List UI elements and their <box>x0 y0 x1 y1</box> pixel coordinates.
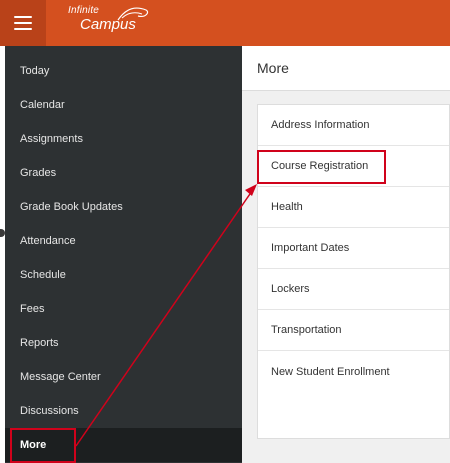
sidebar-item-schedule[interactable]: Schedule <box>5 258 242 292</box>
list-item-health[interactable]: Health <box>258 187 449 228</box>
sidebar-item-assignments[interactable]: Assignments <box>5 122 242 156</box>
list-item-label: Transportation <box>271 324 342 336</box>
list-item-address-information[interactable]: Address Information <box>258 105 449 146</box>
list-item-important-dates[interactable]: Important Dates <box>258 228 449 269</box>
main-content: More Address Information Course Registra… <box>242 46 450 463</box>
sidebar-item-label: Today <box>20 65 50 77</box>
sidebar-item-message-center[interactable]: Message Center <box>5 360 242 394</box>
sidebar-item-label: Grades <box>20 167 57 179</box>
hamburger-icon <box>14 16 32 30</box>
list-item-label: New Student Enrollment <box>271 365 390 378</box>
list-item-transportation[interactable]: Transportation <box>258 310 449 351</box>
list-item-label: Address Information <box>271 119 370 131</box>
sidebar-item-fees[interactable]: Fees <box>5 292 242 326</box>
top-bar: Infinite Campus <box>0 0 450 46</box>
sidebar-item-label: Calendar <box>20 99 65 111</box>
sidebar-item-label: Reports <box>20 337 59 349</box>
sidebar-item-calendar[interactable]: Calendar <box>5 88 242 122</box>
list-item-label: Important Dates <box>271 242 350 254</box>
sidebar: Today Calendar Assignments Grades Grade … <box>5 46 242 463</box>
list-item-lockers[interactable]: Lockers <box>258 269 449 310</box>
list-item-course-registration[interactable]: Course Registration <box>258 146 449 187</box>
sidebar-item-today[interactable]: Today <box>5 54 242 88</box>
sidebar-item-label: Schedule <box>20 269 66 281</box>
sidebar-item-grade-book-updates[interactable]: Grade Book Updates <box>5 190 242 224</box>
list-item-label: Course Registration <box>271 160 369 172</box>
sidebar-item-reports[interactable]: Reports <box>5 326 242 360</box>
list-item-label: Lockers <box>271 283 310 295</box>
more-options-list: Address Information Course Registration … <box>257 104 450 439</box>
list-item-label: Health <box>271 201 303 213</box>
sidebar-item-grades[interactable]: Grades <box>5 156 242 190</box>
sidebar-item-label: Fees <box>20 303 45 315</box>
sidebar-item-discussions[interactable]: Discussions <box>5 394 242 428</box>
sidebar-item-attendance[interactable]: Attendance <box>5 224 242 258</box>
sidebar-item-label: Message Center <box>20 371 101 383</box>
menu-button[interactable] <box>0 0 46 46</box>
infinite-campus-logo: Infinite Campus <box>68 6 149 32</box>
sidebar-item-label: Attendance <box>20 235 76 247</box>
sidebar-item-label: More <box>20 439 47 451</box>
sidebar-item-label: Discussions <box>20 405 79 417</box>
sidebar-item-label: Grade Book Updates <box>20 201 123 213</box>
page-title: More <box>242 46 450 91</box>
sidebar-item-label: Assignments <box>20 133 83 145</box>
list-item-new-student-enrollment[interactable]: New Student Enrollment <box>258 351 449 392</box>
logo-swoosh-icon <box>117 7 149 21</box>
sidebar-item-more[interactable]: More <box>5 428 242 462</box>
